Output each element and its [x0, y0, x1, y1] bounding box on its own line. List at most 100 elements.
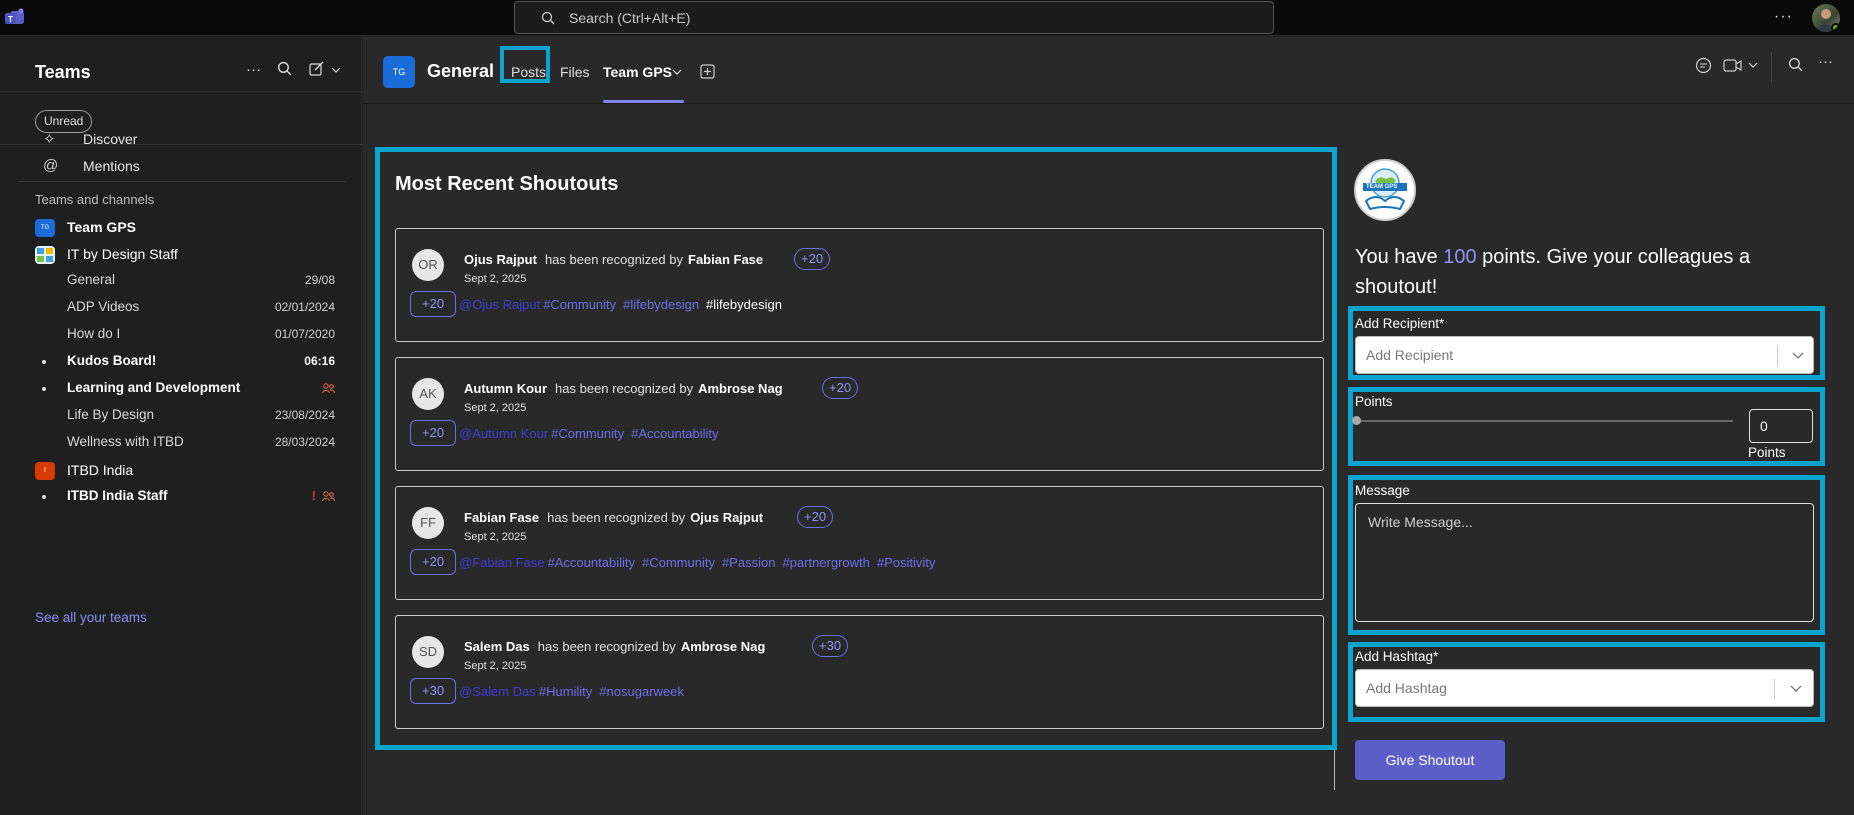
hashtag-dropdown[interactable]: Add Hashtag — [1355, 669, 1814, 707]
see-all-teams-link[interactable]: See all your teams — [35, 610, 147, 625]
team-gps-logo: TEAM GPS — [1354, 159, 1416, 221]
chevron-down-icon[interactable] — [672, 69, 682, 75]
recognized-text: has been recognized by — [547, 510, 686, 525]
chevron-down-icon[interactable] — [1792, 352, 1804, 359]
team-it-by-design-staff[interactable]: IT by Design Staff — [0, 241, 362, 268]
hashtag[interactable]: #Positivity — [877, 555, 936, 570]
mention-link[interactable]: @Autumn Kour — [459, 426, 548, 441]
nav-label: Mentions — [83, 157, 140, 174]
recognized-text: has been recognized by — [555, 381, 694, 396]
shoutout-headline: Autumn Kour has been recognized by Ambrose… — [464, 381, 783, 396]
hashtag[interactable]: #lifebydesign — [623, 297, 699, 312]
nav-discover[interactable]: ✧ Discover — [0, 125, 362, 152]
mention-link[interactable]: @Ojus Rajput — [459, 297, 540, 312]
mention-link[interactable]: @Salem Das — [459, 684, 536, 699]
giver-name: Ambrose Nag — [698, 381, 783, 396]
avatar: AK — [412, 378, 444, 410]
shoutouts-title: Most Recent Shoutouts — [395, 173, 619, 195]
channel-life-by-design[interactable]: Life By Design 23/08/2024 — [0, 402, 362, 429]
nav-label: Discover — [83, 130, 138, 147]
points-slider[interactable] — [1355, 420, 1733, 422]
more-options-button[interactable]: ··· — [1774, 8, 1793, 26]
recognized-text: has been recognized by — [537, 639, 676, 654]
divider — [1334, 750, 1335, 790]
points-slider-thumb[interactable] — [1352, 416, 1361, 425]
points-badge: +20 — [822, 377, 859, 399]
tab-posts[interactable]: Posts — [511, 64, 546, 80]
give-shoutout-button[interactable]: Give Shoutout — [1355, 740, 1505, 780]
shoutout-date: Sept 2, 2025 — [464, 402, 527, 414]
hashtag[interactable]: #Community — [642, 555, 715, 570]
hashtag[interactable]: #Accountability — [548, 555, 635, 570]
avatar: OR — [412, 249, 444, 281]
hashtag[interactable]: #nosugarweek — [599, 684, 684, 699]
avatar: FF — [412, 507, 444, 539]
tab-team-gps[interactable]: Team GPS — [603, 64, 672, 80]
recipient-name: Fabian Fase — [464, 510, 540, 525]
chevron-down-icon[interactable] — [1790, 685, 1802, 692]
team-itbd-india[interactable]: I ITBD India — [0, 457, 362, 484]
recipient-placeholder: Add Recipient — [1366, 347, 1454, 363]
channel-wellness-with-itbd[interactable]: Wellness with ITBD 28/03/2024 — [0, 429, 362, 456]
channel-name: Wellness with ITBD — [67, 434, 184, 449]
search-icon — [541, 11, 555, 24]
title-bar: T Search (Ctrl+Alt+E) ··· — [0, 0, 1854, 36]
channel-how-do-i[interactable]: How do I 01/07/2020 — [0, 321, 362, 348]
team-name: IT by Design Staff — [67, 246, 178, 262]
message-textarea[interactable]: Write Message... — [1355, 503, 1814, 622]
points-badge: +20 — [410, 549, 457, 575]
more-icon[interactable]: ··· — [246, 61, 261, 78]
team-team-gps[interactable]: TG Team GPS — [0, 214, 362, 241]
search-icon[interactable] — [1788, 57, 1803, 72]
shoutout-card: SD Salem Das has been recognized by Ambros… — [395, 615, 1324, 729]
points-label: Points — [1355, 394, 1393, 409]
compose-icon[interactable] — [309, 61, 325, 76]
hashtag[interactable]: #Humility — [539, 684, 592, 699]
mention-link[interactable]: @Fabian Fase — [459, 555, 544, 570]
search-icon[interactable] — [277, 61, 292, 76]
chat-icon[interactable] — [1695, 57, 1712, 74]
section-label: Teams and channels — [35, 192, 155, 207]
chevron-down-icon[interactable] — [331, 67, 341, 73]
people-mention-icon — [322, 383, 335, 394]
more-icon[interactable]: ··· — [1818, 53, 1833, 70]
team-avatar — [35, 246, 55, 264]
video-call-icon[interactable] — [1723, 59, 1742, 72]
channel-name: General — [67, 272, 116, 287]
shoutout-headline: Salem Das has been recognized by Ambrose N… — [464, 639, 765, 654]
tab-files[interactable]: Files — [560, 64, 590, 80]
channel-adp-videos[interactable]: ADP Videos 02/01/2024 — [0, 294, 362, 321]
channel-itbd-india-staff[interactable]: ITBD India Staff ! — [0, 483, 362, 510]
channel-name: How do I — [67, 326, 121, 341]
channel-kudos-board[interactable]: Kudos Board! 06:16 — [0, 348, 362, 375]
chevron-down-icon[interactable] — [1748, 62, 1758, 68]
points-prefix: You have — [1355, 246, 1444, 268]
search-input[interactable]: Search (Ctrl+Alt+E) — [514, 1, 1274, 34]
points-badge: +30 — [410, 678, 457, 704]
hashtag[interactable]: #Community — [551, 426, 624, 441]
points-summary: You have 100 points. Give your colleague… — [1355, 242, 1795, 302]
shoutout-card: OR Ojus Rajput has been recognized by Fabi… — [395, 228, 1324, 342]
recipient-dropdown[interactable]: Add Recipient — [1355, 336, 1814, 374]
user-avatar[interactable] — [1812, 4, 1840, 32]
shoutout-body: +20 @Fabian Fase #Accountability #Commun… — [410, 549, 942, 575]
team-name: ITBD India — [67, 462, 134, 478]
teams-logo-icon[interactable]: T — [4, 8, 26, 26]
nav-mentions[interactable]: @ Mentions — [0, 152, 362, 179]
hashtag[interactable]: #partnergrowth — [782, 555, 869, 570]
hashtag[interactable]: #Community — [543, 297, 616, 312]
channel-title: General — [427, 61, 495, 81]
dropdown-separator — [1777, 346, 1778, 366]
team-avatar: TG — [35, 219, 55, 237]
hashtag[interactable]: #Passion — [722, 555, 775, 570]
channel-name: ITBD India Staff — [67, 488, 168, 503]
points-input[interactable]: 0 — [1749, 409, 1813, 443]
shoutout-body: +20 @Ojus Rajput #Community #lifebydesig… — [410, 291, 789, 317]
add-tab-icon[interactable] — [700, 64, 715, 79]
unread-dot-icon — [42, 495, 46, 499]
hashtag[interactable]: #Accountability — [631, 426, 718, 441]
channel-learning-and-development[interactable]: Learning and Development — [0, 375, 362, 402]
channel-name: Kudos Board! — [67, 353, 157, 368]
hashtag-text: #lifebydesign — [706, 296, 782, 312]
channel-general[interactable]: General 29/08 — [0, 267, 362, 294]
